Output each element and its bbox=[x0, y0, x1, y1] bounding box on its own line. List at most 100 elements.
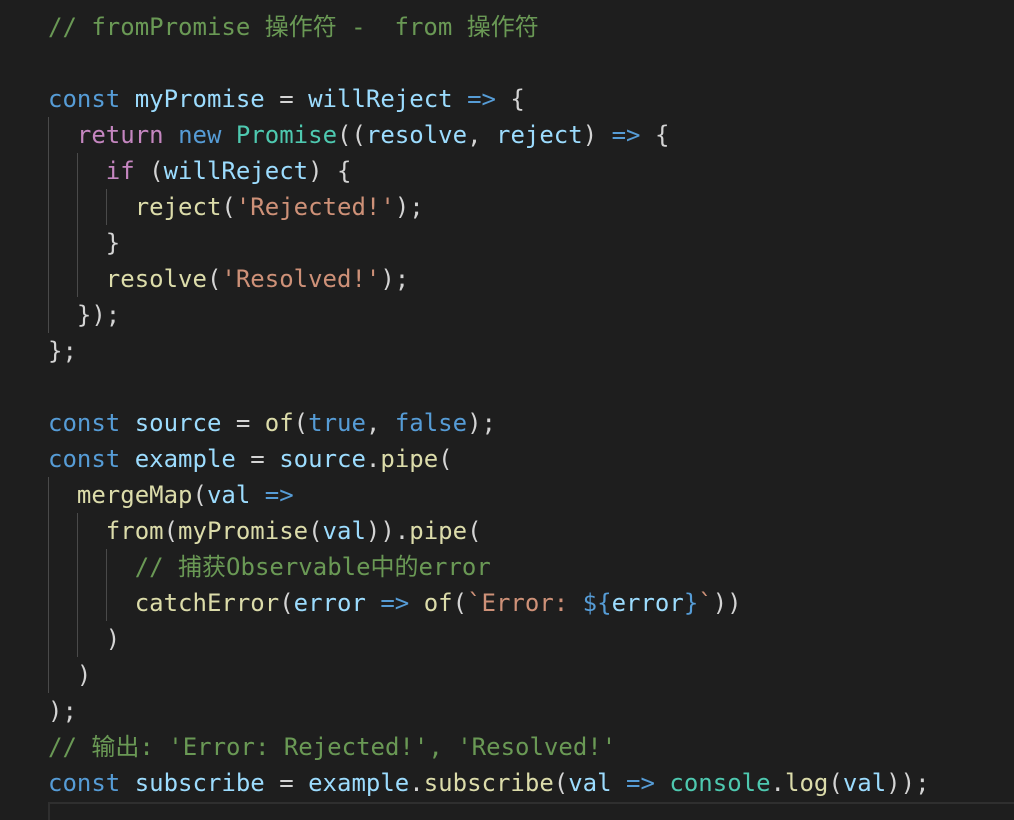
keyword-const: const bbox=[48, 445, 121, 473]
string-resolved: 'Resolved!' bbox=[221, 265, 381, 293]
identifier-source: source bbox=[134, 409, 222, 437]
code-line-14: mergeMap(val => bbox=[48, 477, 294, 513]
open-brace: { bbox=[495, 85, 525, 113]
code-comment: // fromPromise 操作符 - from 操作符 bbox=[48, 13, 539, 41]
identifier-example: example bbox=[134, 445, 236, 473]
arg-val: val bbox=[842, 769, 887, 797]
open-paren: ( bbox=[192, 481, 207, 509]
open-paren: ( bbox=[221, 193, 236, 221]
code-line-13: const example = source.pipe( bbox=[48, 441, 453, 477]
keyword-new: new bbox=[178, 121, 222, 149]
call-catcherror: catchError bbox=[134, 589, 280, 617]
code-line-12: const source = of(true, false); bbox=[48, 405, 496, 441]
open-paren: ( bbox=[438, 445, 453, 473]
open-paren: ( bbox=[279, 589, 294, 617]
arrow-operator: => bbox=[467, 85, 496, 113]
close-paren: ) bbox=[76, 661, 92, 689]
call-pipe: pipe bbox=[380, 445, 439, 473]
call-from: from bbox=[105, 517, 164, 545]
call-resolve: resolve bbox=[105, 265, 207, 293]
close-brace: } bbox=[105, 229, 121, 257]
code-line-6: reject('Rejected!'); bbox=[48, 189, 424, 225]
keyword-const: const bbox=[48, 85, 121, 113]
dot: . bbox=[770, 769, 785, 797]
keyword-if: if bbox=[105, 157, 135, 185]
code-line-5: if (willReject) { bbox=[48, 153, 352, 189]
call-pipe: pipe bbox=[409, 517, 468, 545]
call-mypromise: myPromise bbox=[178, 517, 309, 545]
close-paren: ) bbox=[105, 625, 121, 653]
identifier-source: source bbox=[279, 445, 366, 473]
open-paren: ( bbox=[206, 265, 222, 293]
template-string-start: `Error: bbox=[467, 589, 583, 617]
keyword-const: const bbox=[48, 769, 121, 797]
close-paren-dot: )). bbox=[365, 517, 410, 545]
identifier-example: example bbox=[308, 769, 410, 797]
param-willreject: willReject bbox=[308, 85, 453, 113]
open-paren: ( bbox=[163, 517, 179, 545]
call-log: log bbox=[785, 769, 829, 797]
keyword-const: const bbox=[48, 409, 121, 437]
code-line-21: // 输出: 'Error: Rejected!', 'Resolved!' bbox=[48, 729, 616, 765]
code-comment: // 输出: 'Error: Rejected!', 'Resolved!' bbox=[48, 733, 617, 761]
call-subscribe: subscribe bbox=[423, 769, 554, 797]
string-rejected: 'Rejected!' bbox=[235, 193, 395, 221]
comma: , bbox=[365, 409, 395, 437]
identifier-mypromise: myPromise bbox=[134, 85, 265, 113]
param-error: error bbox=[293, 589, 366, 617]
code-line-17: catchError(error => of(`Error: ${error}`… bbox=[48, 585, 742, 621]
call-of: of bbox=[264, 409, 294, 437]
template-interp-open: ${ bbox=[582, 589, 612, 617]
close-paren-semicolon: ); bbox=[380, 265, 410, 293]
identifier-subscribe: subscribe bbox=[134, 769, 265, 797]
operator-equals: = bbox=[264, 769, 309, 797]
comma: , bbox=[467, 121, 496, 149]
code-line-19: ) bbox=[48, 657, 91, 693]
literal-false: false bbox=[394, 409, 468, 437]
close-paren-semicolon: ); bbox=[467, 409, 496, 437]
arrow-operator: => bbox=[264, 481, 294, 509]
param-resolve: resolve bbox=[365, 121, 468, 149]
close-brace-paren: }); bbox=[76, 301, 121, 329]
template-string-end: ` bbox=[698, 589, 713, 617]
code-line-20: ); bbox=[48, 693, 77, 729]
param-val: val bbox=[568, 769, 612, 797]
close-paren-semicolon: ); bbox=[394, 193, 424, 221]
code-line-15: from(myPromise(val)).pipe( bbox=[48, 513, 482, 549]
open-paren: ( bbox=[828, 769, 843, 797]
open-brace: { bbox=[640, 121, 670, 149]
call-of: of bbox=[423, 589, 453, 617]
open-paren: ( bbox=[467, 517, 482, 545]
code-editor[interactable]: // fromPromise 操作符 - from 操作符 const myPr… bbox=[0, 0, 1014, 820]
arrow-operator: => bbox=[380, 589, 410, 617]
call-reject: reject bbox=[134, 193, 222, 221]
code-line-16: // 捕获Observable中的error bbox=[48, 549, 491, 585]
code-line-4: return new Promise((resolve, reject) => … bbox=[48, 117, 670, 153]
code-comment: // 捕获Observable中的error bbox=[134, 553, 491, 581]
operator-equals: = bbox=[235, 445, 280, 473]
open-paren: ( bbox=[134, 157, 164, 185]
interp-error: error bbox=[611, 589, 684, 617]
operator-equals: = bbox=[264, 85, 309, 113]
param-val: val bbox=[206, 481, 251, 509]
dot: . bbox=[409, 769, 424, 797]
code-line-9: }); bbox=[48, 297, 120, 333]
close-brace-semicolon: }; bbox=[48, 337, 77, 365]
code-line-1: // fromPromise 操作符 - from 操作符 bbox=[48, 9, 539, 45]
arg-val: val bbox=[322, 517, 366, 545]
close-paren: ) bbox=[582, 121, 612, 149]
arrow-operator: => bbox=[611, 121, 641, 149]
code-line-7: } bbox=[48, 225, 120, 261]
current-line-highlight bbox=[48, 802, 1014, 820]
close-parens-semicolon: )); bbox=[886, 769, 930, 797]
call-mergemap: mergeMap bbox=[76, 481, 193, 509]
identifier-console: console bbox=[669, 769, 771, 797]
open-paren: ( bbox=[308, 517, 323, 545]
open-paren: ( bbox=[553, 769, 569, 797]
param-reject: reject bbox=[496, 121, 583, 149]
close-paren-brace: ) { bbox=[308, 157, 352, 185]
code-line-10: }; bbox=[48, 333, 77, 369]
class-promise: Promise bbox=[235, 121, 338, 149]
keyword-return: return bbox=[76, 121, 164, 149]
template-interp-close: } bbox=[683, 589, 699, 617]
